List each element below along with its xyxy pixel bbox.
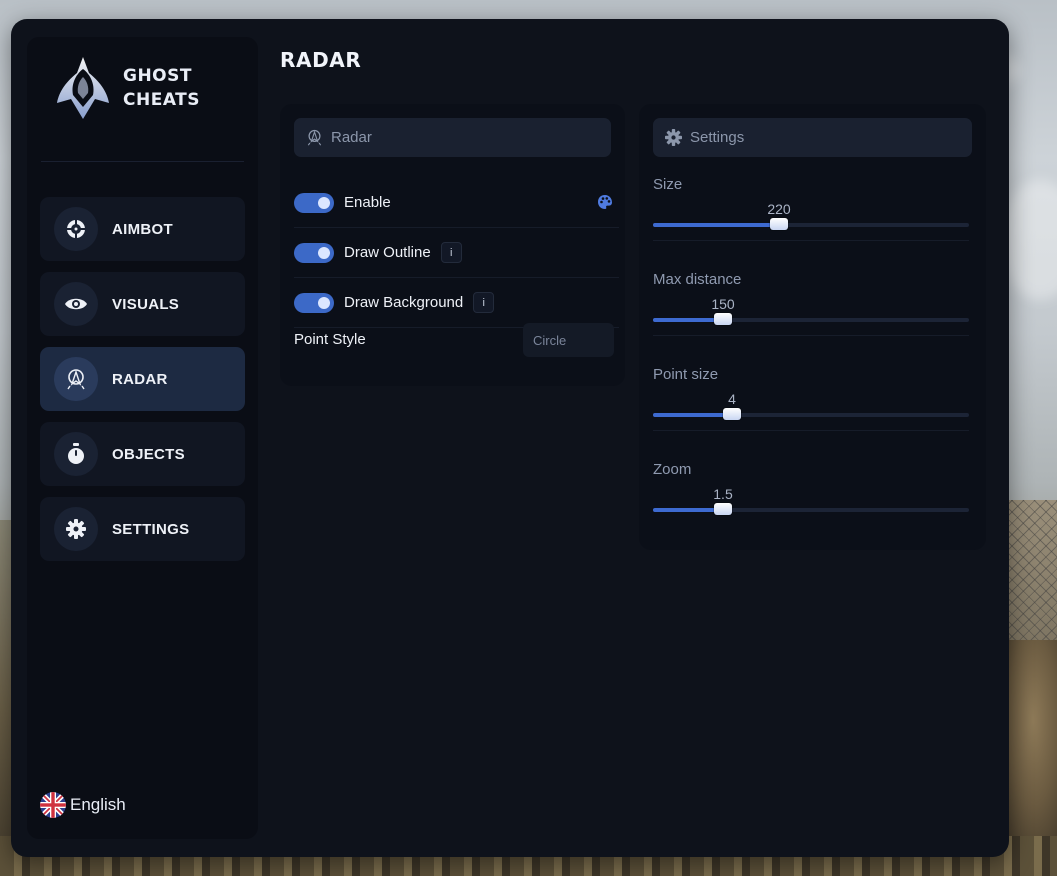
- radar-panel-header: Radar: [294, 118, 611, 157]
- settings-panel: Settings Size 220 Max distance 150 Point…: [639, 104, 986, 550]
- enable-toggle[interactable]: [294, 192, 334, 213]
- brand-logo: GHOST CHEATS: [55, 55, 200, 121]
- max-distance-value: 150: [711, 296, 735, 312]
- sidebar-nav: AIMBOT VISUALS RADAR OBJECTS SETTINGS: [40, 197, 245, 572]
- slider-thumb[interactable]: [770, 218, 788, 230]
- sidebar-item-visuals[interactable]: VISUALS: [40, 272, 245, 336]
- point-size-value: 4: [728, 391, 736, 407]
- size-slider[interactable]: [653, 218, 969, 230]
- gear-icon: [665, 129, 682, 146]
- sidebar: GHOST CHEATS AIMBOT VISUALS RADAR OBJECT…: [27, 37, 258, 839]
- sidebar-divider: [41, 161, 244, 162]
- settings-panel-title: Settings: [690, 129, 745, 146]
- sidebar-item-objects[interactable]: OBJECTS: [40, 422, 245, 486]
- slider-fill: [653, 508, 723, 512]
- sidebar-item-settings[interactable]: SETTINGS: [40, 497, 245, 561]
- slider-fill: [653, 318, 723, 322]
- eye-icon: [65, 298, 87, 310]
- radar-panel-title: Radar: [331, 129, 372, 146]
- sidebar-item-label: AIMBOT: [112, 220, 173, 238]
- sidebar-item-label: RADAR: [112, 370, 168, 388]
- size-slider-block: Size 220: [653, 176, 969, 271]
- radar-icon: [67, 369, 85, 390]
- slider-fill: [653, 223, 779, 227]
- zoom-slider[interactable]: [653, 503, 969, 515]
- divider: [653, 240, 969, 241]
- sidebar-item-label: SETTINGS: [112, 520, 190, 538]
- stopwatch-icon: [68, 443, 84, 464]
- point-style-label: Point Style: [294, 331, 366, 348]
- point-size-label: Point size: [653, 366, 719, 383]
- size-value: 220: [767, 201, 791, 217]
- divider: [653, 430, 969, 431]
- draw-outline-toggle[interactable]: [294, 242, 334, 263]
- info-badge[interactable]: i: [440, 242, 462, 263]
- max-distance-label: Max distance: [653, 271, 742, 288]
- sidebar-item-label: VISUALS: [112, 295, 180, 313]
- zoom-slider-block: Zoom 1.5: [653, 461, 969, 556]
- divider: [653, 335, 969, 336]
- gear-icon: [66, 519, 86, 539]
- language-label: English: [70, 795, 126, 814]
- uk-flag-icon: [40, 792, 66, 818]
- brand-line-2: CHEATS: [123, 90, 200, 110]
- draw-background-row: Draw Background i: [294, 278, 619, 328]
- max-distance-slider-block: Max distance 150: [653, 271, 969, 366]
- point-style-select[interactable]: Circle: [523, 323, 614, 357]
- point-size-slider-block: Point size 4: [653, 366, 969, 461]
- draw-background-toggle[interactable]: [294, 292, 334, 313]
- settings-panel-header: Settings: [653, 118, 972, 157]
- sidebar-item-radar[interactable]: RADAR: [40, 347, 245, 411]
- crosshair-icon: [66, 219, 86, 239]
- radar-panel: Radar Enable Draw Outline i Draw Backgro…: [280, 104, 625, 386]
- slider-fill: [653, 413, 732, 417]
- slider-thumb[interactable]: [723, 408, 741, 420]
- slider-thumb[interactable]: [714, 503, 732, 515]
- info-badge[interactable]: i: [473, 292, 495, 313]
- max-distance-slider[interactable]: [653, 313, 969, 325]
- page-title: RADAR: [280, 48, 362, 72]
- enable-row: Enable: [294, 178, 619, 228]
- draw-outline-label: Draw Outline: [344, 244, 431, 261]
- size-label: Size: [653, 176, 683, 193]
- background-fence: [1001, 500, 1057, 660]
- sidebar-item-label: OBJECTS: [112, 445, 185, 463]
- zoom-value: 1.5: [713, 486, 733, 502]
- palette-icon[interactable]: [597, 194, 613, 210]
- ghost-logo-icon: [57, 57, 109, 119]
- draw-outline-row: Draw Outline i: [294, 228, 619, 278]
- brand-line-1: GHOST: [123, 66, 192, 86]
- slider-thumb[interactable]: [714, 313, 732, 325]
- zoom-label: Zoom: [653, 461, 692, 478]
- point-size-slider[interactable]: [653, 408, 969, 420]
- sidebar-item-aimbot[interactable]: AIMBOT: [40, 197, 245, 261]
- language-selector[interactable]: English: [40, 792, 126, 818]
- draw-background-label: Draw Background: [344, 294, 464, 311]
- radar-icon: [307, 129, 322, 146]
- app-window: GHOST CHEATS AIMBOT VISUALS RADAR OBJECT…: [11, 19, 1009, 857]
- enable-label: Enable: [344, 194, 391, 211]
